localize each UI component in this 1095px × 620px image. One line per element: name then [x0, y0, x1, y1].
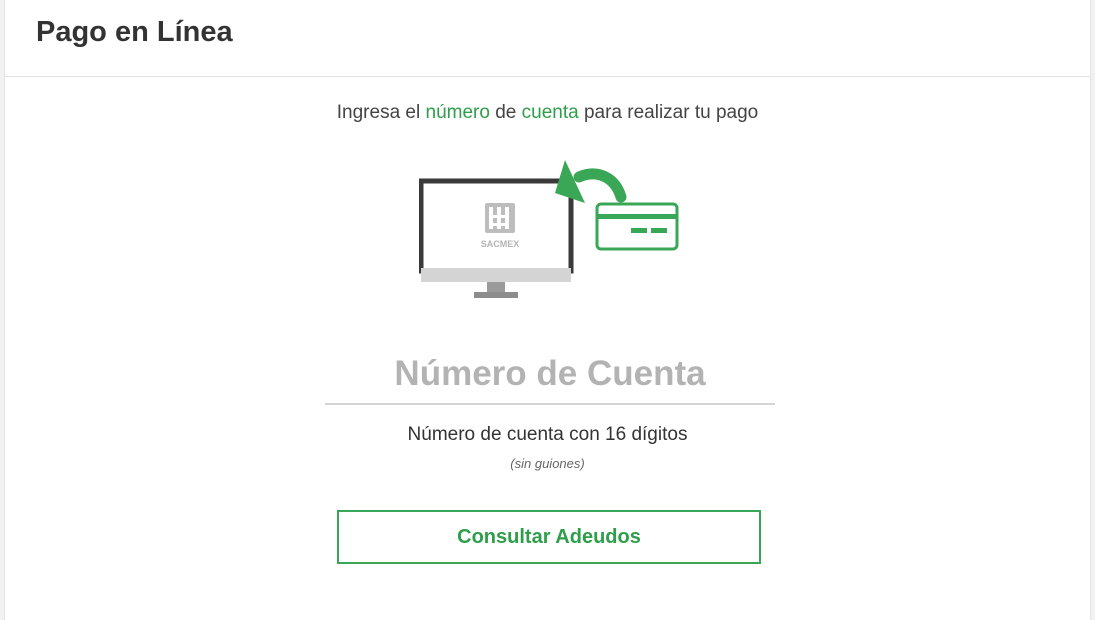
intro-part-1: Ingresa el — [336, 102, 426, 123]
payment-illustration: SACMEX — [418, 155, 689, 305]
consultar-adeudos-button[interactable]: Consultar Adeudos — [337, 510, 761, 564]
monitor-logo-text: SACMEX — [481, 239, 520, 249]
computer-monitor-icon: SACMEX — [418, 178, 574, 298]
card-header: Pago en Línea — [5, 0, 1090, 77]
intro-text: Ingresa el número de cuenta para realiza… — [5, 102, 1090, 124]
intro-highlight-cuenta: cuenta — [521, 102, 579, 123]
intro-part-3: para realizar tu pago — [578, 102, 759, 123]
intro-part-2: de — [489, 102, 522, 123]
intro-highlight-numero: número — [425, 102, 490, 123]
payment-card: Pago en Línea Ingresa el número de cuent… — [4, 0, 1091, 620]
sacmex-logo-icon — [485, 203, 515, 233]
credit-card-icon — [595, 202, 679, 251]
account-helper-text: Número de cuenta con 16 dígitos — [407, 424, 688, 445]
account-number-input[interactable] — [325, 345, 775, 405]
account-helper-note: (sin guiones) — [510, 456, 585, 471]
page-title: Pago en Línea — [36, 16, 233, 48]
